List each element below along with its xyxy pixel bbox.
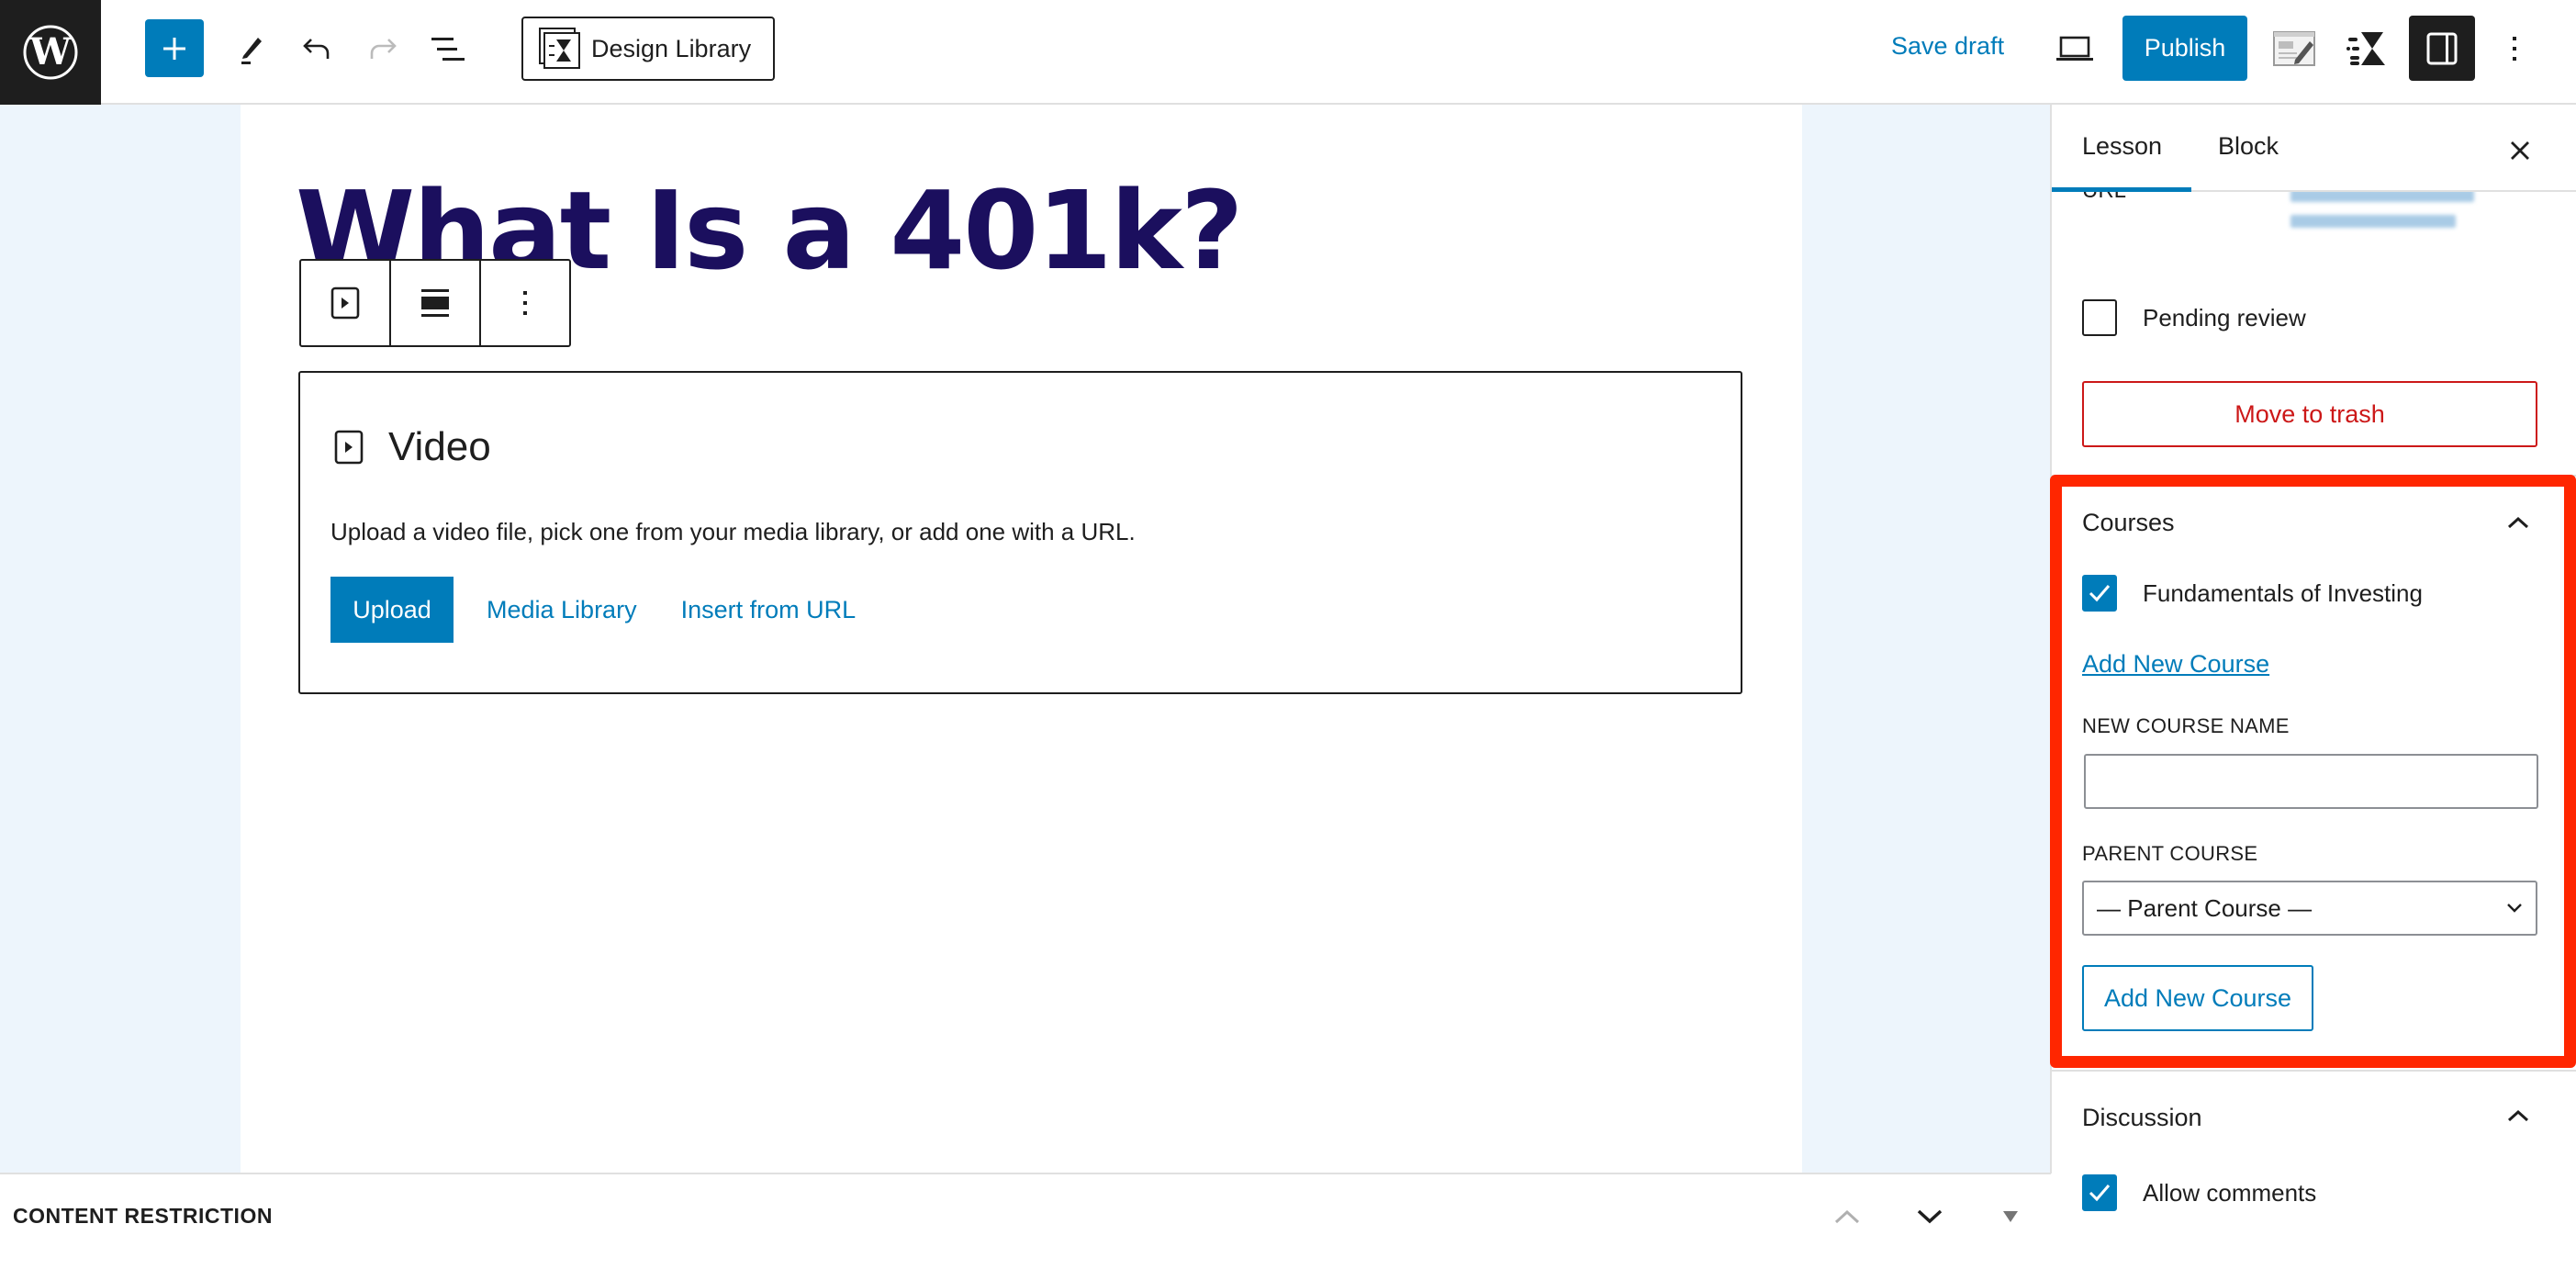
chevron-up-icon — [2507, 516, 2529, 529]
metabox-bar: CONTENT RESTRICTION — [0, 1173, 2051, 1280]
stackable-icon — [2346, 32, 2385, 65]
editor-plugin-button[interactable] — [2268, 24, 2323, 73]
design-library-label: Design Library — [591, 34, 752, 62]
parent-course-selected: — Parent Course — — [2097, 893, 2313, 922]
panel-divider — [2052, 475, 2576, 477]
editor-top-bar: W Design Library Save draft Publish — [0, 0, 2576, 105]
wordpress-icon: W — [23, 25, 78, 80]
toggle-panel-button[interactable] — [1992, 1198, 2029, 1235]
discussion-panel-toggle[interactable] — [2500, 1102, 2537, 1129]
permalink-url-blurred[interactable] — [2290, 189, 2492, 263]
course-option-row[interactable]: Fundamentals of Investing — [2082, 575, 2423, 612]
publish-button[interactable]: Publish — [2122, 16, 2247, 81]
video-block-instructions: Upload a video file, pick one from your … — [330, 518, 1136, 545]
active-tab-indicator — [2052, 187, 2191, 192]
chevron-up-icon — [2507, 1109, 2529, 1122]
tab-block[interactable]: Block — [2218, 132, 2279, 161]
save-draft-button[interactable]: Save draft — [1891, 32, 2004, 61]
align-center-icon — [421, 289, 449, 317]
parent-course-select[interactable]: — Parent Course — — [2082, 881, 2537, 936]
align-button[interactable] — [391, 261, 481, 345]
add-block-button[interactable] — [145, 19, 204, 77]
video-icon — [334, 430, 364, 465]
design-library-button[interactable]: Design Library — [521, 17, 775, 81]
preview-button[interactable] — [2050, 24, 2100, 73]
move-down-button[interactable] — [1911, 1198, 1948, 1235]
move-to-trash-button[interactable]: Move to trash — [2082, 381, 2537, 447]
add-new-course-link[interactable]: Add New Course — [2082, 650, 2269, 679]
chevron-down-icon — [2507, 904, 2522, 913]
pencil-icon — [241, 38, 262, 64]
allow-comments-label: Allow comments — [2143, 1178, 2317, 1207]
laptop-icon — [2056, 36, 2093, 61]
pending-review-label: Pending review — [2143, 303, 2306, 331]
course-label: Fundamentals of Investing — [2143, 578, 2423, 607]
course-checkbox[interactable] — [2082, 575, 2117, 612]
redo-button[interactable] — [358, 24, 408, 73]
video-block-placeholder[interactable]: Video Upload a video file, pick one from… — [298, 371, 1742, 694]
parent-course-label: PARENT COURSE — [2082, 842, 2258, 865]
settings-sidebar-toggle[interactable] — [2409, 16, 2475, 81]
courses-panel-title[interactable]: Courses — [2082, 509, 2175, 537]
new-course-name-input[interactable] — [2084, 754, 2538, 809]
pending-review-checkbox[interactable] — [2082, 299, 2117, 336]
allow-comments-row[interactable]: Allow comments — [2082, 1174, 2316, 1211]
redo-icon — [370, 39, 397, 59]
more-options-button[interactable] — [2490, 24, 2539, 73]
video-block-header: Video — [333, 424, 491, 470]
edit-document-icon — [2273, 31, 2315, 66]
block-type-button[interactable] — [301, 261, 391, 345]
video-icon — [330, 286, 360, 320]
block-toolbar — [299, 259, 571, 347]
content-restriction-label[interactable]: CONTENT RESTRICTION — [13, 1204, 273, 1229]
settings-sidebar: URL Lesson Block Pending review Move to … — [2052, 105, 2576, 1280]
insert-from-url-button[interactable]: Insert from URL — [681, 596, 857, 624]
stackable-library-icon — [539, 28, 580, 69]
chevron-up-icon — [1834, 1209, 1860, 1224]
checkmark-icon — [2089, 1185, 2111, 1202]
list-view-button[interactable] — [423, 24, 473, 73]
tools-button[interactable] — [226, 24, 275, 73]
add-new-course-button[interactable]: Add New Course — [2082, 965, 2313, 1031]
courses-panel-toggle[interactable] — [2500, 509, 2537, 536]
plus-icon — [163, 37, 185, 60]
chevron-down-icon — [1917, 1209, 1943, 1224]
upload-button[interactable]: Upload — [330, 577, 454, 643]
undo-button[interactable] — [292, 24, 342, 73]
sidebar-tabs: Lesson Block — [2052, 105, 2576, 192]
close-icon — [2511, 141, 2529, 160]
discussion-panel-title[interactable]: Discussion — [2082, 1104, 2202, 1132]
allow-comments-checkbox[interactable] — [2082, 1174, 2117, 1211]
block-options-button[interactable] — [481, 261, 569, 345]
more-vertical-icon — [2513, 37, 2516, 61]
new-course-name-label: NEW COURSE NAME — [2082, 714, 2290, 737]
sidebar-icon — [2426, 32, 2458, 64]
panel-divider — [2052, 1070, 2576, 1072]
tab-lesson[interactable]: Lesson — [2082, 132, 2162, 161]
svg-text:W: W — [29, 30, 73, 73]
stackable-settings-button[interactable] — [2342, 24, 2391, 73]
media-library-button[interactable]: Media Library — [487, 596, 637, 624]
caret-down-icon — [2003, 1211, 2018, 1222]
close-sidebar-button[interactable] — [2502, 132, 2538, 169]
pending-review-row[interactable]: Pending review — [2082, 299, 2306, 336]
undo-icon — [303, 39, 330, 59]
list-view-icon — [431, 38, 465, 61]
more-vertical-icon — [523, 291, 527, 315]
video-block-title: Video — [388, 424, 491, 469]
video-block-actions: Upload Media Library Insert from URL — [330, 577, 856, 643]
move-up-button[interactable] — [1829, 1198, 1865, 1235]
checkmark-icon — [2089, 585, 2111, 602]
wordpress-logo-button[interactable]: W — [0, 0, 101, 105]
